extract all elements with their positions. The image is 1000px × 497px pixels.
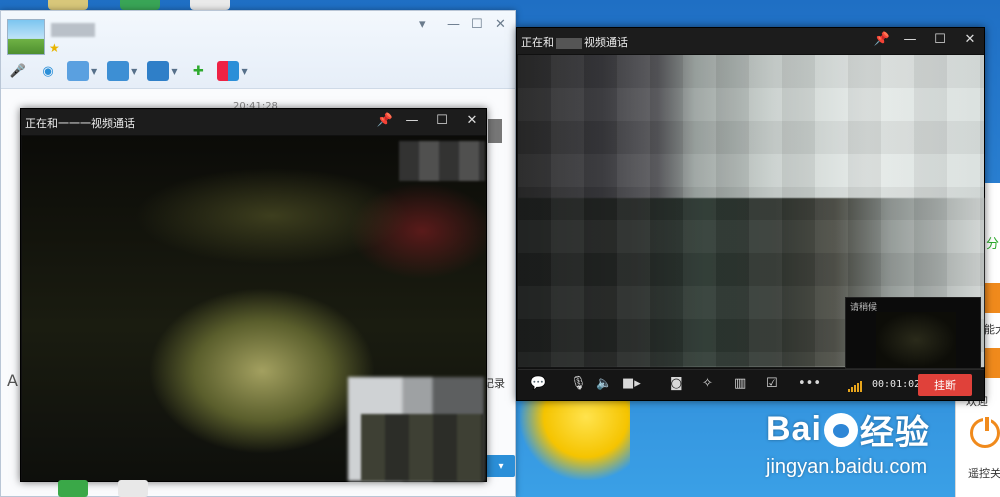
hangup-button[interactable]: 挂断 [918,374,972,396]
baidu-jingyan-watermark: Bai 经验 jingyan.baidu.com [766,405,930,479]
taskbar-icon[interactable] [118,480,148,497]
redacted-name [556,37,582,49]
remote-assist-icon[interactable] [147,61,170,81]
desktop-icon[interactable] [48,0,88,10]
watermark-url: jingyan.baidu.com [766,456,928,478]
chat-icon[interactable]: 💬 [530,376,546,394]
maximize-icon[interactable]: ☐ [433,113,451,128]
apps-icon[interactable] [217,61,240,81]
file-transfer-icon[interactable] [107,61,130,81]
camera-icon[interactable]: ◉ [37,61,59,81]
snapshot-icon[interactable]: ◙ [670,376,683,394]
video-call-title: 正在和一一一视频通话 [25,117,135,130]
chevron-down-icon[interactable]: ▼ [241,67,247,76]
maximize-icon[interactable]: ☐ [471,17,483,32]
video-call-window-left: 正在和一一一视频通话 📌 — ☐ ✕ [20,108,487,482]
call-timer: 00:01:02 [872,379,921,390]
close-icon[interactable]: ✕ [495,17,506,32]
chat-toolbar: 🎤 ◉ ▼ ▼ ▼ ✚ ▼ [7,61,250,81]
microphone-icon[interactable]: 🎙 [570,376,587,394]
close-icon[interactable]: ✕ [463,113,481,128]
star-icon: ★ [49,41,60,55]
local-video-image [876,312,956,368]
chevron-down-icon[interactable]: ▼ [91,67,97,76]
video-call-window-right: 正在和 视频通话 📌 — ☐ ✕ 请稍候 💬 🎙 🔈 ■▸ ◙ ✧ ▥ ☑ •••… [516,27,985,401]
call-control-bar: 💬 🎙 🔈 ■▸ ◙ ✧ ▥ ☑ ••• 00:01:02 挂断 [518,369,984,400]
maximize-icon[interactable]: ☐ [931,32,949,47]
taskbar-icon[interactable] [58,480,88,497]
side-text: 遥控关 [968,467,1000,480]
watermark-brand-left: Bai [766,410,822,448]
avatar[interactable] [7,19,45,55]
pin-icon[interactable]: 📌 [873,32,891,47]
pixelated-overlay [399,141,485,181]
desktop-icon[interactable] [190,0,230,10]
close-icon[interactable]: ✕ [961,32,979,47]
minimize-icon[interactable]: — [447,17,460,32]
microphone-icon[interactable]: 🎤 [7,61,29,81]
desktop-icon[interactable] [120,0,160,10]
pip-status-label: 请稍候 [850,303,878,313]
camera-icon[interactable]: ■▸ [622,376,641,394]
pin-icon[interactable]: 📌 [376,113,394,128]
title-suffix: 视频通话 [584,36,628,49]
send-options-button[interactable]: ▾ [487,455,515,477]
side-text: 分 [986,237,1000,252]
minimize-icon[interactable]: — [901,32,919,47]
font-tool-icon[interactable]: A [7,371,18,390]
side-text: 能大 [984,323,1000,336]
baidu-paw-icon [823,412,858,447]
more-icon[interactable]: ••• [798,376,821,394]
effects-icon[interactable]: ✧ [702,376,713,394]
video-call-titlebar: 正在和 视频通话 📌 — ☐ ✕ [517,28,984,54]
local-video-preview[interactable]: 请稍候 [845,297,981,369]
video-call-titlebar: 正在和一一一视频通话 📌 — ☐ ✕ [21,109,486,135]
minimize-icon[interactable]: — [403,113,421,128]
local-video-preview-pixelated [361,414,484,481]
screen-share-icon[interactable] [67,61,89,81]
desktop-wallpaper-burst [520,390,630,480]
speaker-icon[interactable]: 🔈 [596,376,612,394]
layout-icon[interactable]: ▥ [734,376,746,394]
title-prefix: 正在和 [521,36,554,49]
contact-name-redacted [51,23,95,37]
dropdown-icon[interactable]: ▾ [419,17,426,32]
contact-avatar[interactable] [488,119,502,143]
chat-header: ★ ▾ — ☐ ✕ 🎤 ◉ ▼ ▼ ▼ ✚ ▼ [1,11,515,89]
watermark-brand: Bai 经验 [766,405,930,454]
chevron-down-icon[interactable]: ▼ [171,67,177,76]
watermark-brand-right: 经验 [859,414,930,452]
chevron-down-icon[interactable]: ▼ [131,67,137,76]
send-screenshot-icon[interactable]: ✚ [187,61,209,81]
signal-strength-icon [848,380,864,392]
video-call-title: 正在和 视频通话 [521,34,628,50]
power-icon[interactable] [970,415,1000,448]
share-icon[interactable]: ☑ [766,376,778,394]
